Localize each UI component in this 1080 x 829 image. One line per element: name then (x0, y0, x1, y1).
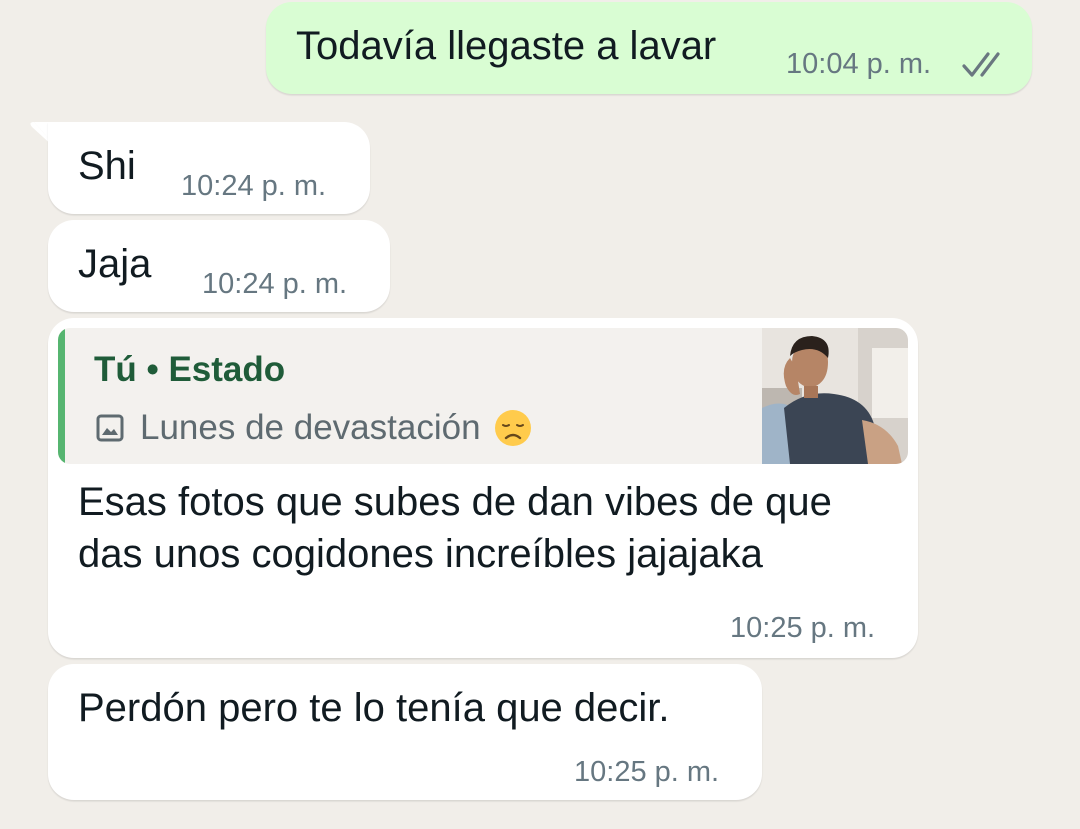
message-timestamp: 10:25 p. m. (730, 612, 876, 644)
quoted-status-reply[interactable]: Tú • Estado Lunes de devastación (58, 328, 908, 464)
disappointed-face-icon (493, 408, 533, 448)
message-timestamp: 10:24 p. m. (202, 268, 348, 300)
quote-author: Tú • Estado (94, 350, 286, 389)
quote-caption-row: Lunes de devastación (94, 405, 533, 451)
message-timestamp: 10:24 p. m. (181, 170, 327, 202)
message-text: Perdón pero te lo tenía que decir. (78, 686, 670, 730)
image-icon (94, 412, 126, 444)
quote-accent-bar (58, 328, 65, 464)
message-text: Todavía llegaste a lavar (296, 24, 717, 68)
incoming-message-bubble[interactable]: Jaja 10:24 p. m. (48, 220, 390, 312)
incoming-message-bubble[interactable]: Tú • Estado Lunes de devastación Esas fo… (48, 318, 918, 658)
message-text: Shi (78, 144, 136, 188)
message-text: Esas fotos que subes de dan vibes de que… (78, 480, 832, 576)
message-timestamp: 10:25 p. m. (574, 756, 720, 788)
incoming-message-bubble[interactable]: Perdón pero te lo tenía que decir. 10:25… (48, 664, 762, 800)
incoming-message-bubble[interactable]: Shi 10:24 p. m. (48, 122, 370, 214)
message-timestamp: 10:04 p. m. (786, 48, 932, 80)
message-text: Jaja (78, 242, 152, 286)
quote-caption: Lunes de devastación (140, 408, 481, 447)
outgoing-message-bubble[interactable]: Todavía llegaste a lavar 10:04 p. m. (266, 2, 1032, 94)
double-check-icon (962, 50, 1006, 80)
chat-conversation: Todavía llegaste a lavar 10:04 p. m. Shi… (0, 0, 1080, 829)
status-photo-thumbnail[interactable] (762, 328, 908, 464)
